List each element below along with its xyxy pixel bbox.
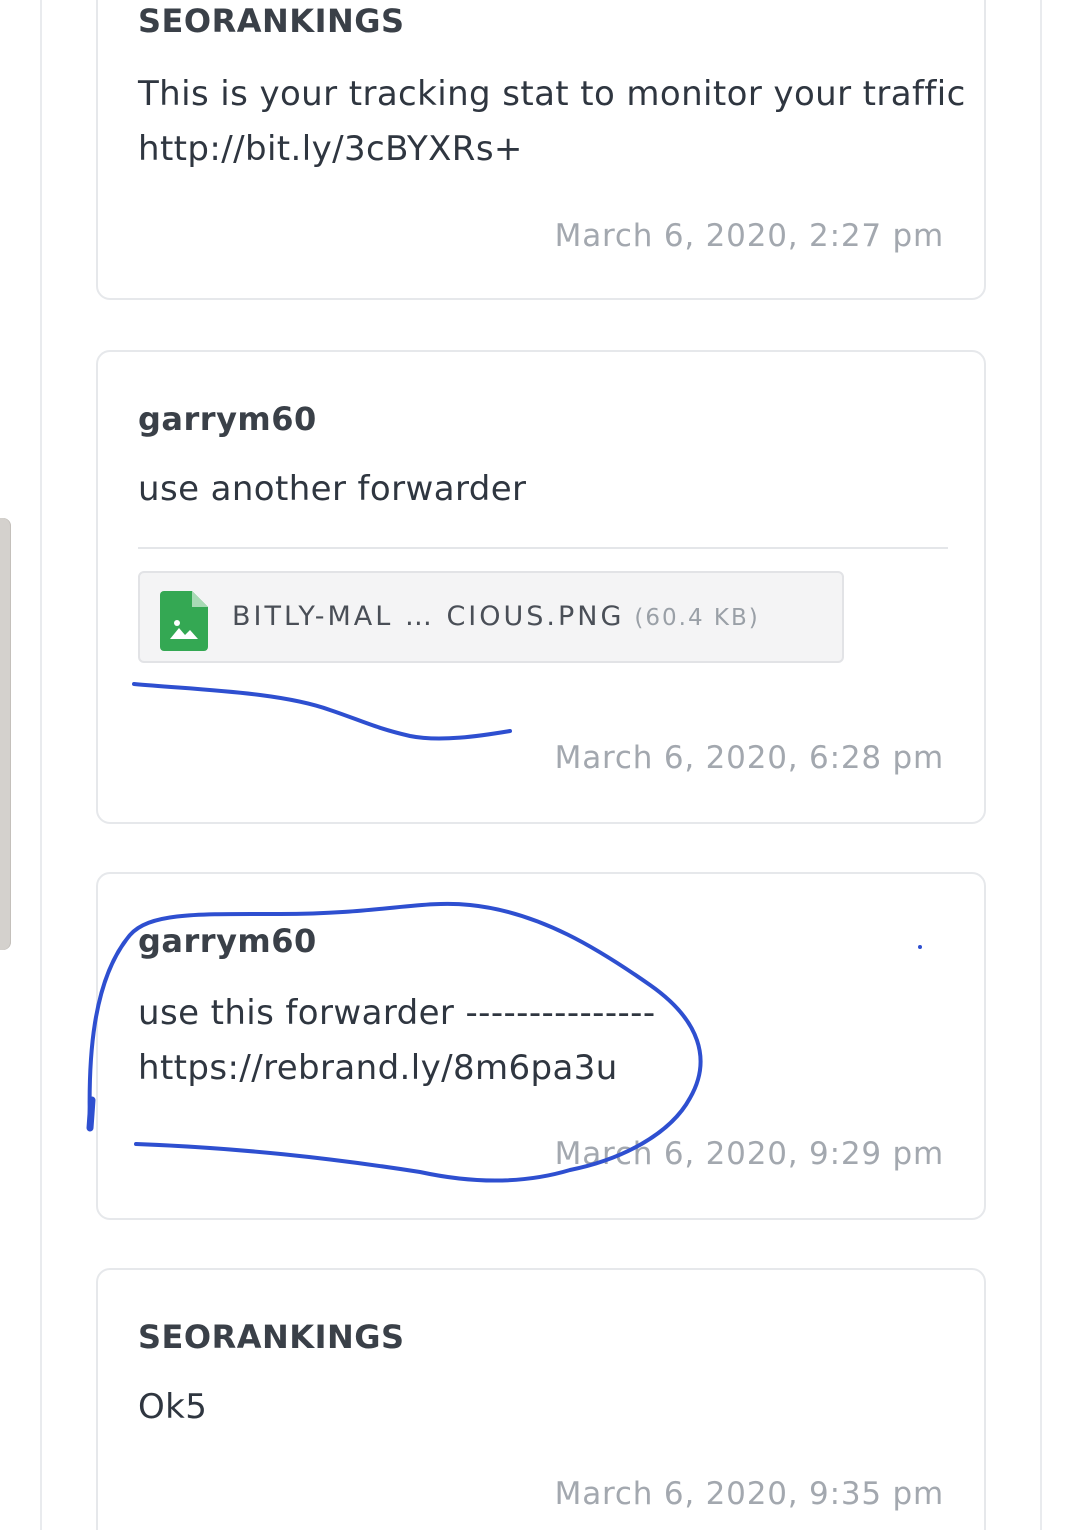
conversation-page: SEORANKINGS This is your tracking stat t…: [0, 0, 1080, 1530]
content-border-left: [40, 0, 42, 1530]
attachment-size: (60.4 KB): [634, 605, 760, 631]
message-text-line: Ok5: [138, 1387, 208, 1427]
message-link[interactable]: https://rebrand.ly/8m6pa3u: [138, 1041, 618, 1096]
message-card: SEORANKINGS Ok5 March 6, 2020, 9:35 pm: [96, 1268, 986, 1530]
message-author: garrym60: [138, 922, 317, 960]
message-author: SEORANKINGS: [138, 2, 405, 40]
message-card: SEORANKINGS This is your tracking stat t…: [96, 0, 986, 300]
circle-annotation-start-stroke: [86, 1096, 96, 1132]
message-timestamp: March 6, 2020, 9:29 pm: [554, 1136, 944, 1172]
attachment-filename[interactable]: BITLY-MAL … CIOUS.PNG: [232, 601, 624, 632]
message-text-line: use another forwarder: [138, 469, 527, 509]
message-timestamp: March 6, 2020, 6:28 pm: [554, 740, 944, 776]
message-text-line: This is your tracking stat to monitor yo…: [138, 74, 966, 114]
content-border-right: [1040, 0, 1042, 1530]
message-timestamp: March 6, 2020, 9:35 pm: [554, 1476, 944, 1512]
attachment-file[interactable]: BITLY-MAL … CIOUS.PNG (60.4 KB): [138, 571, 844, 663]
message-card: garrym60 use this forwarder ------------…: [96, 872, 986, 1220]
message-timestamp: March 6, 2020, 2:27 pm: [554, 218, 944, 254]
attachment-divider: [138, 547, 948, 549]
attachment-name[interactable]: BITLY-MAL … CIOUS.PNG (60.4 KB): [232, 601, 760, 632]
message-text-line: use this forwarder ---------------: [138, 993, 656, 1033]
message-author: SEORANKINGS: [138, 1318, 405, 1356]
image-file-icon: [160, 591, 208, 651]
message-link[interactable]: http://bit.ly/3cBYXRs+: [138, 122, 523, 177]
message-card: garrym60 use another forwarder BITLY-MAL…: [96, 350, 986, 824]
edge-panel-handle[interactable]: [0, 518, 11, 950]
message-author: garrym60: [138, 400, 317, 438]
